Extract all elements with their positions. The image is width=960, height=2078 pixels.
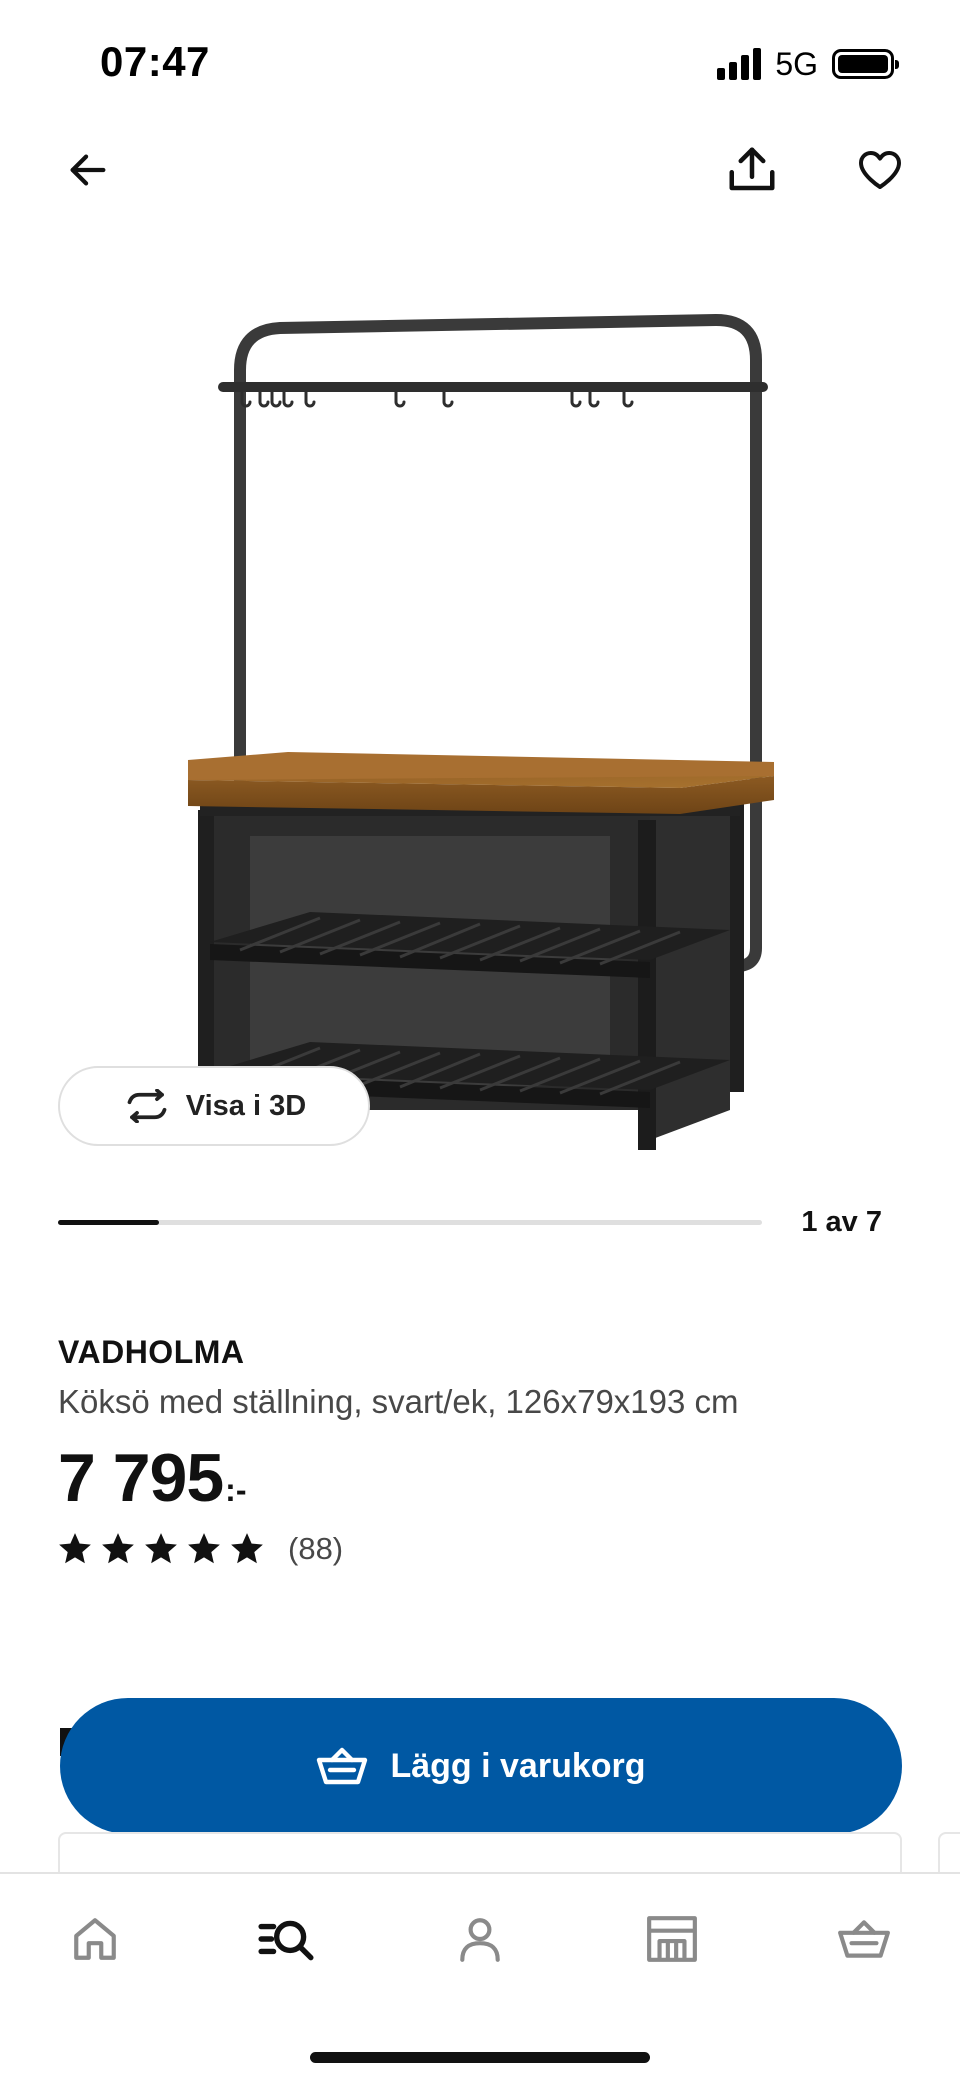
view-3d-label: Visa i 3D <box>185 1089 307 1122</box>
tab-store[interactable] <box>622 1904 722 1974</box>
product-info: VADHOLMA Köksö med ställning, svart/ek, … <box>58 1334 918 1567</box>
store-icon <box>647 1916 697 1962</box>
product-image[interactable] <box>170 290 790 1150</box>
product-rating[interactable]: (88) <box>58 1531 918 1567</box>
next-card-peek-right <box>938 1832 960 1872</box>
back-button[interactable] <box>48 130 128 210</box>
price-suffix: :- <box>225 1472 247 1508</box>
review-count[interactable]: (88) <box>288 1531 343 1567</box>
gallery-progress-fill <box>58 1220 159 1225</box>
star-icon <box>145 1533 177 1564</box>
tab-profile[interactable] <box>430 1904 530 1974</box>
status-bar: 07:47 5G <box>0 0 960 120</box>
share-button[interactable] <box>712 130 792 210</box>
product-description: Köksö med ställning, svart/ek, 126x79x19… <box>58 1383 739 1420</box>
signal-icon <box>717 48 762 80</box>
product-name[interactable]: VADHOLMA <box>58 1334 918 1371</box>
gallery-progress-bar <box>58 1220 762 1225</box>
star-icon <box>59 1533 91 1564</box>
share-icon <box>729 147 775 191</box>
basket-icon <box>838 1920 890 1958</box>
home-icon <box>74 1918 116 1960</box>
battery-icon <box>832 49 899 79</box>
favorite-button[interactable] <box>840 130 920 210</box>
top-bar <box>0 130 960 210</box>
price-integer: 7 795 <box>58 1440 224 1516</box>
add-to-cart-label: Lägg i varukorg <box>390 1746 646 1785</box>
rating-stars <box>58 1532 264 1566</box>
tab-basket[interactable] <box>814 1904 914 1974</box>
search-list-icon <box>258 1920 314 1961</box>
network-type: 5G <box>775 45 818 82</box>
rotate-3d-icon <box>127 1089 167 1123</box>
star-icon <box>102 1533 134 1564</box>
tab-search[interactable] <box>236 1904 336 1974</box>
star-icon <box>231 1533 263 1564</box>
next-card-peek <box>58 1832 902 1872</box>
product-price: 7 795 :- <box>58 1439 918 1517</box>
profile-icon <box>460 1918 500 1962</box>
home-indicator[interactable] <box>310 2052 650 2063</box>
basket-icon <box>317 1747 368 1785</box>
view-3d-button[interactable]: Visa i 3D <box>58 1066 370 1146</box>
add-to-cart-button[interactable]: Lägg i varukorg <box>60 1698 902 1834</box>
status-time: 07:47 <box>100 38 210 85</box>
tab-home[interactable] <box>45 1904 145 1974</box>
status-indicators: 5G <box>717 44 899 84</box>
gallery-counter: 1 av 7 <box>801 1206 882 1238</box>
arrow-left-icon <box>70 154 106 186</box>
star-icon <box>188 1533 220 1564</box>
heart-outline-icon <box>859 151 901 189</box>
bottom-tab-bar <box>0 1872 960 2078</box>
product-gallery[interactable]: Visa i 3D <box>0 230 960 1160</box>
